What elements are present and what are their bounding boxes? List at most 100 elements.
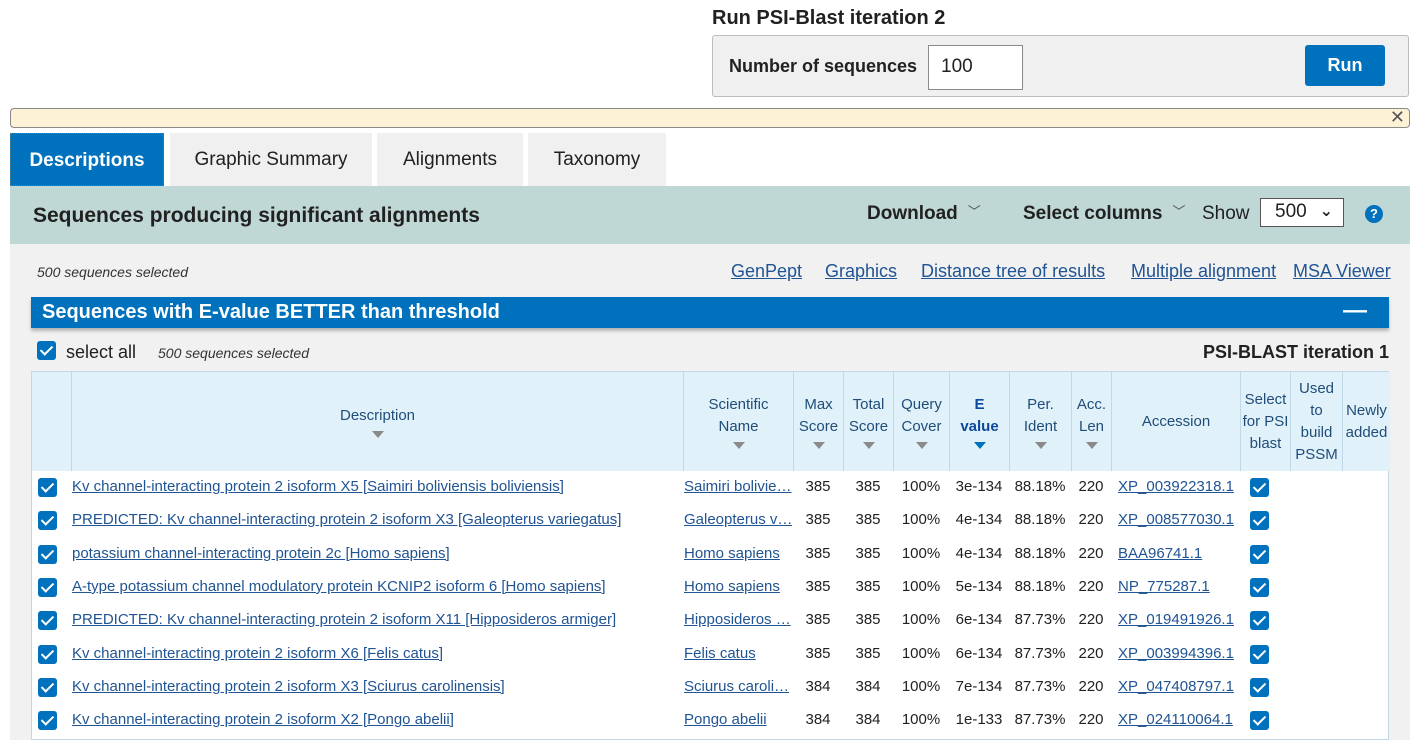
select-all-label: select all bbox=[66, 342, 137, 362]
row-accession[interactable]: XP_003922318.1 bbox=[1118, 478, 1238, 495]
psi-select-checkbox[interactable] bbox=[1250, 611, 1269, 631]
row-select-checkbox[interactable] bbox=[38, 511, 57, 531]
col-description[interactable]: Description bbox=[71, 372, 683, 471]
row-query-cover: 100% bbox=[901, 611, 941, 629]
psi-select-checkbox[interactable] bbox=[1250, 677, 1269, 697]
link-multiple-alignment[interactable]: Multiple alignment bbox=[1131, 261, 1276, 282]
row-select-checkbox[interactable] bbox=[38, 677, 57, 697]
row-total-score: 385 bbox=[855, 511, 881, 529]
download-menu[interactable]: Download ﹀ bbox=[867, 203, 981, 225]
tab-alignments[interactable]: Alignments bbox=[377, 133, 523, 186]
row-select-checkbox[interactable] bbox=[38, 611, 57, 631]
col-total-score[interactable]: Total Score bbox=[843, 372, 893, 471]
row-per-ident: 87.73% bbox=[1014, 677, 1066, 695]
row-scientific-name[interactable]: Homo sapiens bbox=[684, 578, 792, 595]
row-scientific-name[interactable]: Felis catus bbox=[684, 645, 792, 662]
row-max-score: 384 bbox=[805, 711, 831, 729]
row-accession[interactable]: NP_775287.1 bbox=[1118, 578, 1238, 595]
row-scientific-name[interactable]: Saimiri bolivie… bbox=[684, 478, 792, 495]
tab-descriptions[interactable]: Descriptions bbox=[10, 133, 164, 186]
run-button[interactable]: Run bbox=[1305, 45, 1385, 86]
row-total-score: 385 bbox=[855, 577, 881, 595]
row-description[interactable]: A-type potassium channel modulatory prot… bbox=[72, 578, 680, 595]
row-accession[interactable]: XP_003994396.1 bbox=[1118, 645, 1238, 662]
row-scientific-name[interactable]: Hipposideros … bbox=[684, 611, 792, 628]
row-query-cover: 100% bbox=[901, 711, 941, 729]
row-query-cover: 100% bbox=[901, 677, 941, 695]
row-e-value: 5e-134 bbox=[955, 577, 1003, 595]
results-header: Sequences producing significant alignmen… bbox=[10, 186, 1410, 244]
row-scientific-name[interactable]: Homo sapiens bbox=[684, 545, 792, 562]
select-columns-label: Select columns bbox=[1023, 203, 1163, 224]
psi-select-checkbox[interactable] bbox=[1250, 644, 1269, 664]
show-label: Show bbox=[1202, 203, 1250, 224]
col-acc-len[interactable]: Acc. Len bbox=[1071, 372, 1111, 471]
num-sequences-input[interactable]: 100 bbox=[928, 45, 1023, 90]
download-label: Download bbox=[867, 203, 958, 224]
table-row: A-type potassium channel modulatory prot… bbox=[32, 571, 1390, 604]
col-label: Scientific Name bbox=[708, 396, 769, 435]
select-all-checkbox[interactable] bbox=[37, 341, 56, 360]
row-accession[interactable]: XP_047408797.1 bbox=[1118, 678, 1238, 695]
col-accession[interactable]: Accession bbox=[1111, 372, 1240, 471]
link-msa-viewer[interactable]: MSA Viewer bbox=[1293, 261, 1391, 282]
col-label: Max Score bbox=[798, 396, 839, 435]
row-scientific-name[interactable]: Pongo abelii bbox=[684, 711, 792, 728]
sort-icon bbox=[973, 442, 986, 449]
row-total-score: 384 bbox=[855, 711, 881, 729]
row-description[interactable]: PREDICTED: Kv channel-interacting protei… bbox=[72, 511, 680, 528]
tab-graphic-summary[interactable]: Graphic Summary bbox=[170, 133, 372, 186]
row-select-checkbox[interactable] bbox=[38, 544, 57, 564]
row-select-checkbox[interactable] bbox=[38, 644, 57, 664]
row-description[interactable]: Kv channel-interacting protein 2 isoform… bbox=[72, 711, 680, 728]
psi-select-checkbox[interactable] bbox=[1250, 544, 1269, 564]
help-icon[interactable]: ? bbox=[1365, 205, 1383, 223]
row-select-checkbox[interactable] bbox=[38, 711, 57, 731]
row-scientific-name[interactable]: Galeopterus v… bbox=[684, 511, 792, 528]
row-scientific-name[interactable]: Sciurus caroli… bbox=[684, 678, 792, 695]
psi-select-checkbox[interactable] bbox=[1250, 478, 1269, 497]
section-selected-count: 500 sequences selected bbox=[158, 345, 309, 361]
chevron-down-icon: ﹀ bbox=[1172, 204, 1186, 219]
link-graphics[interactable]: Graphics bbox=[825, 261, 897, 282]
link-distance-tree[interactable]: Distance tree of results bbox=[921, 261, 1105, 282]
col-scientific-name[interactable]: Scientific Name bbox=[683, 372, 793, 471]
run-psiblast-panel: Number of sequences 100 Run bbox=[712, 35, 1409, 97]
sort-icon bbox=[732, 442, 745, 449]
show-count-value: 500 bbox=[1275, 201, 1307, 222]
row-accession[interactable]: BAA96741.1 bbox=[1118, 545, 1238, 562]
psi-select-checkbox[interactable] bbox=[1250, 711, 1269, 731]
row-select-checkbox[interactable] bbox=[38, 577, 57, 597]
row-accession[interactable]: XP_024110064.1 bbox=[1118, 711, 1238, 728]
col-max-score[interactable]: Max Score bbox=[793, 372, 843, 471]
sort-icon bbox=[862, 442, 875, 449]
collapse-icon[interactable]: — bbox=[1343, 297, 1367, 325]
show-count-select[interactable]: 500 ⌄ bbox=[1260, 198, 1344, 227]
row-e-value: 4e-134 bbox=[955, 511, 1003, 529]
psi-select-checkbox[interactable] bbox=[1250, 511, 1269, 531]
row-description[interactable]: Kv channel-interacting protein 2 isoform… bbox=[72, 478, 680, 495]
col-query-cover[interactable]: Query Cover bbox=[893, 372, 949, 471]
row-description[interactable]: PREDICTED: Kv channel-interacting protei… bbox=[72, 611, 680, 628]
row-description[interactable]: Kv channel-interacting protein 2 isoform… bbox=[72, 678, 680, 695]
select-columns-menu[interactable]: Select columns ﹀ bbox=[1023, 203, 1185, 225]
row-total-score: 384 bbox=[855, 677, 881, 695]
section-title: Sequences with E-value BETTER than thres… bbox=[42, 301, 500, 323]
section-header[interactable]: Sequences with E-value BETTER than thres… bbox=[31, 297, 1389, 328]
link-genpept[interactable]: GenPept bbox=[731, 261, 802, 282]
row-accession[interactable]: XP_008577030.1 bbox=[1118, 511, 1238, 528]
col-checkbox-header bbox=[32, 372, 71, 471]
sort-icon bbox=[915, 442, 928, 449]
row-select-checkbox[interactable] bbox=[38, 478, 57, 497]
row-description[interactable]: Kv channel-interacting protein 2 isoform… bbox=[72, 645, 680, 662]
col-label: Used to build PSSM bbox=[1295, 379, 1338, 463]
psi-select-checkbox[interactable] bbox=[1250, 577, 1269, 597]
row-description[interactable]: potassium channel-interacting protein 2c… bbox=[72, 545, 680, 562]
col-per-ident[interactable]: Per. Ident bbox=[1009, 372, 1071, 471]
col-e-value[interactable]: E value bbox=[949, 372, 1009, 471]
col-label: Newly added bbox=[1345, 401, 1388, 441]
close-icon[interactable]: ✕ bbox=[1390, 107, 1405, 128]
row-total-score: 385 bbox=[855, 478, 881, 495]
tab-taxonomy[interactable]: Taxonomy bbox=[528, 133, 666, 186]
row-accession[interactable]: XP_019491926.1 bbox=[1118, 611, 1238, 628]
